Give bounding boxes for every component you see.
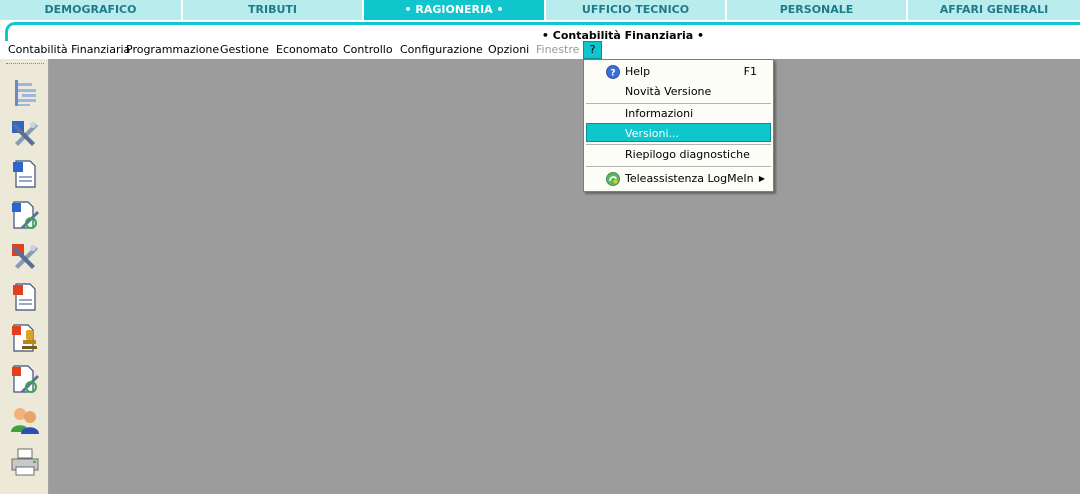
module-navigation: DEMOGRAFICO TRIBUTI • RAGIONERIA • UFFIC…: [0, 0, 1080, 20]
help-menu-item-informazioni[interactable]: Informazioni: [586, 104, 771, 123]
teleassistenza-label: Teleassistenza LogMeIn: [625, 172, 754, 185]
help-menu-item-versioni[interactable]: Versioni...: [586, 123, 771, 142]
tab-demografico[interactable]: DEMOGRAFICO: [0, 0, 181, 20]
menu-controllo[interactable]: Controllo: [343, 43, 393, 56]
stamp-document-button[interactable]: [7, 320, 43, 356]
tab-tributi[interactable]: TRIBUTI: [183, 0, 362, 20]
blue-document-icon: [13, 160, 36, 188]
svg-text:?: ?: [610, 69, 615, 79]
tree-list-icon: [15, 80, 36, 106]
blue-document-tools-button[interactable]: [7, 197, 43, 233]
help-menu-label: Help: [625, 65, 651, 78]
informazioni-label: Informazioni: [625, 107, 694, 120]
menu-programmazione[interactable]: Programmazione: [126, 43, 219, 56]
help-shortcut: F1: [743, 65, 757, 78]
workspace: [49, 59, 1080, 494]
printer-icon: [11, 448, 39, 476]
tab-affari-generali[interactable]: AFFARI GENERALI: [908, 0, 1080, 20]
help-menu-item-riepilogo-diagnostiche[interactable]: Riepilogo diagnostiche: [586, 145, 771, 164]
users-icon: [11, 408, 39, 434]
menu-finestre[interactable]: Finestre: [536, 43, 579, 56]
help-menu-item-teleassistenza[interactable]: Teleassistenza LogMeIn ▶: [586, 169, 771, 188]
blue-document-tools-icon: [12, 201, 39, 229]
logmein-icon: [606, 172, 620, 186]
stamp-document-icon: [12, 324, 37, 352]
help-menu-item-novita-versione[interactable]: Novità Versione: [586, 82, 771, 101]
users-button[interactable]: [7, 402, 43, 438]
red-document-button[interactable]: [7, 279, 43, 315]
tab-ragioneria[interactable]: • RAGIONERIA •: [364, 0, 544, 20]
blue-tools-icon: [12, 121, 38, 146]
red-tools-button[interactable]: [7, 238, 43, 274]
submenu-arrow-icon: ▶: [758, 174, 765, 183]
blue-document-button[interactable]: [7, 156, 43, 192]
red-document-tools-button[interactable]: [7, 361, 43, 397]
toolbar-grip[interactable]: [6, 63, 44, 66]
printer-button[interactable]: [7, 443, 43, 479]
menu-gestione[interactable]: Gestione: [220, 43, 269, 56]
help-circle-icon: ?: [606, 65, 620, 79]
versioni-label: Versioni...: [625, 127, 679, 140]
menu-help[interactable]: ?: [583, 41, 602, 59]
left-toolbar: [0, 59, 49, 494]
menu-opzioni[interactable]: Opzioni: [488, 43, 529, 56]
red-tools-icon: [12, 244, 38, 269]
tab-ufficio-tecnico[interactable]: UFFICIO TECNICO: [546, 0, 725, 20]
red-document-icon: [13, 283, 36, 311]
menu-bar: Contabilità Finanziaria Programmazione G…: [0, 41, 1080, 59]
riepilogo-diagnostiche-label: Riepilogo diagnostiche: [625, 148, 750, 161]
menu-contabilita-finanziaria[interactable]: Contabilità Finanziaria: [8, 43, 130, 56]
blue-tools-button[interactable]: [7, 115, 43, 151]
novita-versione-label: Novità Versione: [625, 85, 712, 98]
menu-configurazione[interactable]: Configurazione: [400, 43, 483, 56]
tree-list-button[interactable]: [7, 75, 43, 111]
tab-personale[interactable]: PERSONALE: [727, 0, 906, 20]
module-title-bar: • Contabilità Finanziaria •: [5, 22, 1080, 42]
red-document-tools-icon: [12, 365, 39, 393]
menu-economato[interactable]: Economato: [276, 43, 338, 56]
help-dropdown-menu: ? Help F1 Novità Versione Informazioni V…: [583, 59, 774, 192]
help-menu-item-help[interactable]: ? Help F1: [586, 62, 771, 81]
menu-separator: [586, 166, 771, 167]
